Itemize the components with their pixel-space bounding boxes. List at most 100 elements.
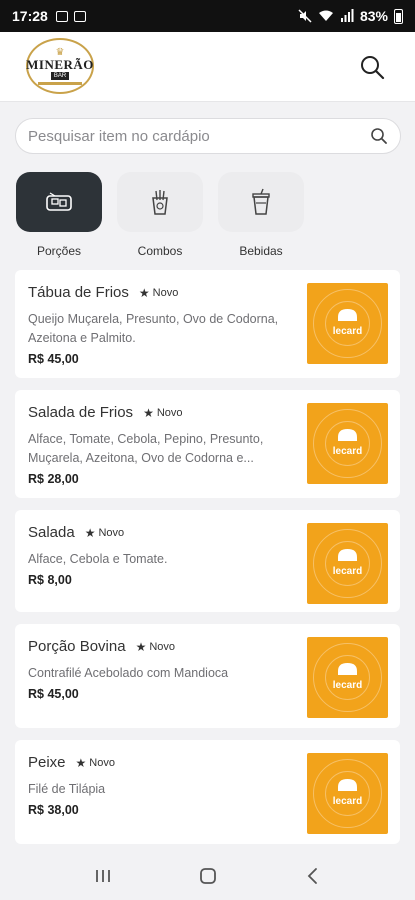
new-badge: ★ Novo	[139, 286, 178, 300]
lecard-text: lecard	[333, 796, 362, 807]
menu-item[interactable]: Porção Bovina ★ Novo Contrafilé Acebolado…	[15, 624, 400, 728]
new-badge: ★ Novo	[85, 526, 124, 540]
badge-label: Novo	[89, 756, 115, 769]
star-icon: ★	[138, 285, 150, 300]
menu-item-name: Salada	[28, 524, 75, 541]
lecard-placeholder-icon: lecard	[313, 529, 382, 598]
menu-item[interactable]: Peixe ★ Novo Filé de Tilápia R$ 38,00 lec…	[15, 740, 400, 844]
status-bar: 17:28 83%	[0, 0, 415, 32]
new-badge: ★ Novo	[136, 640, 175, 654]
menu-item[interactable]: Salada de Frios ★ Novo Alface, Tomate, Ce…	[15, 390, 400, 498]
recents-icon	[95, 870, 110, 882]
menu-item-description: Contrafilé Acebolado com Mandioca	[28, 666, 229, 680]
star-icon: ★	[84, 525, 96, 540]
status-right: 83%	[298, 8, 403, 24]
search-icon[interactable]	[359, 54, 385, 80]
menu-item-name-row: Peixe ★ Novo	[28, 754, 283, 771]
menu-item-text: Salada ★ Novo Alface, Cebola e Tomate. R$…	[28, 524, 283, 587]
menu-item-name: Tábua de Frios	[28, 284, 129, 301]
menu-item-image[interactable]: lecard	[307, 637, 388, 718]
app-header: ♛ MINERÃO BAR	[0, 32, 415, 102]
menu-item-text: Peixe ★ Novo Filé de Tilápia R$ 38,00	[28, 754, 283, 817]
status-time: 17:28	[12, 8, 48, 24]
menu-item-description: Alface, Tomate, Cebola, Pepino, Presunto…	[28, 432, 264, 465]
lecard-text: lecard	[333, 446, 362, 457]
back-chevron-icon	[307, 868, 317, 884]
menu-item-description: Queijo Muçarela, Presunto, Ovo de Codorn…	[28, 312, 279, 345]
menu-item-name-row: Salada ★ Novo	[28, 524, 283, 541]
category-tile[interactable]	[218, 172, 304, 232]
menu-search-bar[interactable]	[15, 118, 401, 154]
category-tabs: Porções Combos Bebidas	[16, 172, 304, 258]
drink-cup-icon	[252, 188, 270, 215]
new-badge: ★ Novo	[76, 756, 115, 770]
battery-icon	[394, 8, 403, 24]
menu-item[interactable]: Tábua de Frios ★ Novo Queijo Muçarela, Pr…	[15, 270, 400, 378]
new-badge: ★ Novo	[143, 406, 182, 420]
notification-icons	[55, 10, 86, 22]
menu-search-input[interactable]	[28, 127, 370, 145]
menu-item[interactable]: Salada ★ Novo Alface, Cebola e Tomate. R$…	[15, 510, 400, 612]
menu-item-price: R$ 38,00	[28, 803, 79, 817]
category-label: Porções	[36, 244, 82, 258]
lecard-placeholder-icon: lecard	[313, 289, 382, 358]
mute-icon	[298, 9, 312, 23]
menu-item-image[interactable]: lecard	[307, 753, 388, 834]
menu-item-price: R$ 28,00	[28, 472, 79, 486]
category-porcoes[interactable]: Porções	[16, 172, 102, 258]
menu-item-name-row: Porção Bovina ★ Novo	[28, 638, 283, 655]
menu-item-name-row: Salada de Frios ★ Novo	[28, 404, 283, 421]
search-field-icon[interactable]	[370, 127, 388, 145]
home-button[interactable]	[188, 856, 228, 896]
menu-item-image[interactable]: lecard	[307, 403, 388, 484]
menu-item-name-row: Tábua de Frios ★ Novo	[28, 284, 283, 301]
logo-ribbon	[38, 81, 82, 85]
recents-button[interactable]	[83, 856, 123, 896]
menu-item-price: R$ 45,00	[28, 687, 79, 701]
badge-label: Novo	[98, 526, 125, 539]
menu-item-text: Porção Bovina ★ Novo Contrafilé Acebolado…	[28, 638, 283, 701]
menu-item-price: R$ 45,00	[28, 352, 79, 366]
category-bebidas[interactable]: Bebidas	[218, 172, 304, 258]
lecard-text: lecard	[333, 680, 362, 691]
battery-percent: 83%	[359, 8, 388, 24]
menu-item-name: Salada de Frios	[28, 404, 134, 421]
star-icon: ★	[75, 755, 87, 770]
badge-label: Novo	[156, 406, 183, 419]
logo-sub: BAR	[50, 71, 70, 80]
badge-label: Novo	[149, 640, 176, 653]
badge-label: Novo	[152, 286, 179, 299]
logo[interactable]: ♛ MINERÃO BAR	[26, 38, 94, 94]
gallery-notification-icon	[73, 10, 86, 22]
menu-item-description: Filé de Tilápia	[28, 782, 106, 796]
logo-text: MINERÃO	[26, 56, 94, 72]
lecard-text: lecard	[333, 566, 362, 577]
lecard-text: lecard	[333, 326, 362, 337]
fries-icon	[152, 190, 168, 215]
menu-item-list: Tábua de Frios ★ Novo Queijo Muçarela, Pr…	[15, 270, 400, 856]
lecard-placeholder-icon: lecard	[313, 759, 382, 828]
category-combos[interactable]: Combos	[117, 172, 203, 258]
category-tile[interactable]	[16, 172, 102, 232]
menu-item-name: Peixe	[28, 754, 66, 771]
menu-item-name: Porção Bovina	[28, 638, 126, 655]
star-icon: ★	[135, 639, 147, 654]
home-icon	[199, 868, 216, 884]
lecard-placeholder-icon: lecard	[313, 409, 382, 478]
crown-icon: ♛	[55, 46, 65, 58]
star-icon: ★	[143, 405, 154, 420]
category-label: Combos	[137, 244, 183, 258]
menu-item-price: R$ 8,00	[28, 573, 72, 587]
system-nav-bar	[0, 852, 415, 900]
menu-item-text: Tábua de Frios ★ Novo Queijo Muçarela, Pr…	[28, 284, 283, 366]
signal-icon	[340, 9, 354, 22]
image-notification-icon	[55, 10, 68, 22]
category-tile[interactable]	[117, 172, 203, 232]
category-label: Bebidas	[239, 244, 283, 258]
menu-item-image[interactable]: lecard	[307, 283, 388, 364]
menu-item-description: Alface, Cebola e Tomate.	[28, 552, 168, 566]
back-button[interactable]	[293, 856, 333, 896]
menu-item-image[interactable]: lecard	[307, 523, 388, 604]
lecard-placeholder-icon: lecard	[313, 643, 382, 712]
menu-item-text: Salada de Frios ★ Novo Alface, Tomate, Ce…	[28, 404, 283, 486]
